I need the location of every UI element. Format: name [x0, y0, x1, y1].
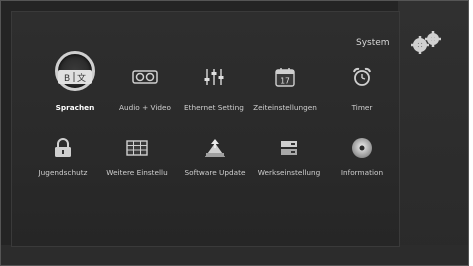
- calendar-icon: 17: [245, 63, 325, 91]
- menu-item-label: Timer: [351, 103, 373, 112]
- menu-item-label: Weitere Einstellu: [106, 168, 168, 177]
- menu-item-label: Zeiteinstellungen: [253, 103, 317, 112]
- factory-reset-icon: [249, 134, 329, 162]
- bottom-decor-strip: [1, 245, 468, 265]
- menu-item-label: Information: [340, 168, 384, 177]
- language-icon: B 文: [35, 63, 115, 91]
- grid-icon: [97, 134, 177, 162]
- svg-text:B: B: [64, 74, 70, 84]
- audio-video-icon: [105, 63, 185, 91]
- lock-icon: [23, 134, 103, 162]
- gear-icon: [411, 31, 441, 54]
- software-update-icon: [175, 134, 255, 162]
- menu-panel: [11, 11, 400, 247]
- svg-text:文: 文: [77, 72, 86, 84]
- calendar-date: 17: [280, 77, 290, 86]
- alarm-clock-icon: [322, 63, 402, 91]
- page-title: System: [356, 38, 390, 48]
- ethernet-settings-icon: [174, 63, 254, 91]
- information-disc-icon: [322, 134, 402, 162]
- tv-screen: System B 文 Sprachen Audio + Video Ethern…: [0, 0, 469, 266]
